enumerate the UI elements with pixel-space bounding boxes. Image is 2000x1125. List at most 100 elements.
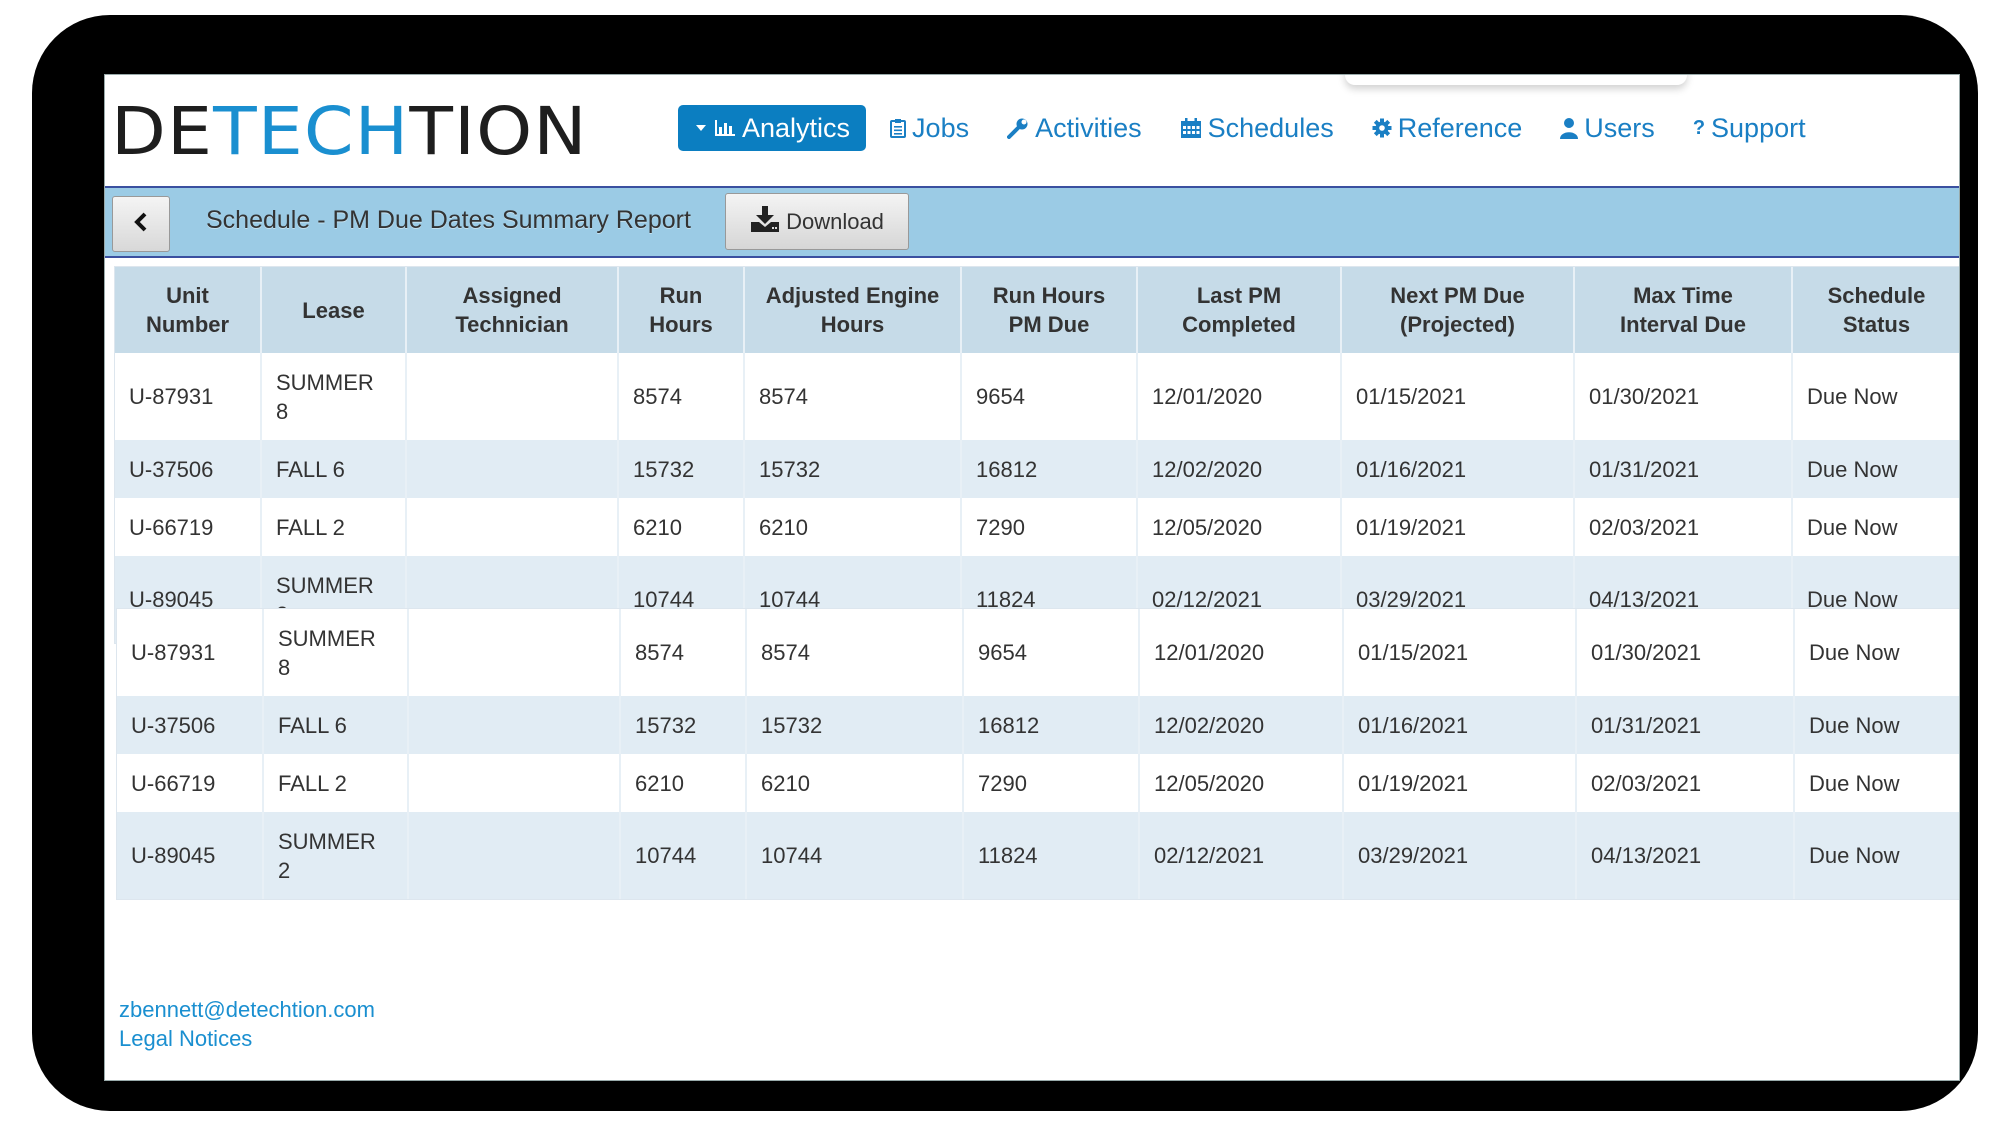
cell-next-pm-due: 01/19/2021	[1341, 498, 1575, 556]
user-icon	[1560, 117, 1579, 139]
cell-unit-number: U-66719	[117, 754, 264, 812]
column-header-last-pm-completed[interactable]: Last PM Completed	[1137, 267, 1342, 353]
app-screen: DETECHTION Analytics Jobs Activities Sch…	[104, 74, 1960, 1081]
cell-run-hours: 10744	[620, 812, 747, 899]
cell-schedule-status: Due Now	[1794, 812, 1959, 899]
cell-run-hours: 8574	[618, 353, 745, 440]
column-header-unit-number[interactable]: Unit Number	[115, 267, 262, 353]
report-title: Schedule - PM Due Dates Summary Report	[206, 206, 691, 234]
nav-label: Users	[1584, 112, 1655, 143]
nav-label: Analytics	[742, 112, 851, 143]
nav-item-analytics[interactable]: Analytics	[678, 105, 867, 151]
nav-label: Jobs	[912, 112, 970, 143]
table-header-row: Unit Number Lease Assigned Technician Run Hour…	[115, 267, 1959, 353]
column-header-max-time-interval-due[interactable]: Max Time Interval Due	[1574, 267, 1793, 353]
cell-last-pm-completed: 12/01/2020	[1139, 609, 1344, 696]
cell-unit-number: U-89045	[117, 812, 264, 899]
header-text-line: Technician	[455, 312, 569, 337]
header-text-line: Interval Due	[1620, 312, 1746, 337]
column-header-next-pm-due[interactable]: Next PM Due (Projected)	[1341, 267, 1575, 353]
lease-text-line: SUMMER	[276, 369, 374, 395]
lease-text-line: SUMMER	[278, 828, 376, 854]
download-icon	[750, 205, 786, 239]
table-row[interactable]: U-87931 SUMMER 8 8574 8574 9654 12/01/2020 01/1…	[117, 609, 1959, 696]
cell-assigned-technician	[408, 696, 621, 754]
cell-unit-number: U-87931	[115, 353, 262, 440]
table-row[interactable]: U-87931 SUMMER 8 8574 8574 9654 12/01/2020 01/1…	[115, 353, 1959, 440]
nav-item-users[interactable]: Users	[1560, 105, 1655, 151]
column-header-schedule-status[interactable]: Schedule Status	[1792, 267, 1959, 353]
table-row[interactable]: U-66719 FALL 2 6210 6210 7290 12/05/2020 01/19…	[115, 498, 1959, 556]
caret-down-icon	[696, 125, 706, 131]
nav-label: Schedules	[1207, 112, 1334, 143]
question-icon: ?	[1692, 116, 1706, 139]
cell-lease: FALL 2	[263, 754, 409, 812]
lease-text-line: 8	[276, 398, 289, 424]
nav-item-schedules[interactable]: Schedules	[1180, 105, 1334, 151]
bar-chart-icon	[714, 118, 736, 138]
cell-lease: FALL 2	[261, 498, 407, 556]
cell-assigned-technician	[406, 498, 619, 556]
nav-label: Activities	[1035, 112, 1142, 143]
header-text-line: Run	[659, 283, 703, 308]
nav-item-support[interactable]: ? Support	[1693, 105, 1806, 151]
cell-next-pm-due: 01/16/2021	[1341, 440, 1575, 498]
cell-next-pm-due: 01/19/2021	[1343, 754, 1577, 812]
cell-run-hours-pm-due: 7290	[963, 754, 1140, 812]
cell-max-time-interval-due: 01/30/2021	[1576, 609, 1795, 696]
column-header-run-hours[interactable]: Run Hours	[618, 267, 745, 353]
cell-unit-number: U-66719	[115, 498, 262, 556]
cell-max-time-interval-due: 02/03/2021	[1576, 754, 1795, 812]
header-text-line: Adjusted Engine	[765, 283, 940, 308]
column-header-assigned-technician[interactable]: Assigned Technician	[406, 267, 619, 353]
column-header-adjusted-engine-hours[interactable]: Adjusted Engine Hours	[744, 267, 962, 353]
cell-lease: SUMMER 8	[263, 609, 409, 696]
cell-last-pm-completed: 12/05/2020	[1139, 754, 1344, 812]
wrench-icon	[1007, 117, 1029, 139]
nav-item-activities[interactable]: Activities	[1007, 105, 1142, 151]
cell-run-hours: 15732	[618, 440, 745, 498]
cell-run-hours-pm-due: 16812	[961, 440, 1138, 498]
cell-lease: SUMMER 2	[263, 812, 409, 899]
cell-run-hours: 8574	[620, 609, 747, 696]
nav-item-jobs[interactable]: Jobs	[890, 105, 969, 151]
app-header: DETECHTION Analytics Jobs Activities Sch…	[105, 75, 1959, 186]
header-text-line: Run Hours	[992, 283, 1106, 308]
cell-run-hours-pm-due: 11824	[963, 812, 1140, 899]
cell-run-hours-pm-due: 9654	[961, 353, 1138, 440]
column-header-lease[interactable]: Lease	[261, 267, 407, 353]
cell-run-hours: 6210	[618, 498, 745, 556]
logo-text-de: DE	[111, 93, 214, 170]
brand-logo[interactable]: DETECHTION	[111, 97, 588, 167]
legal-notices-link[interactable]: Legal Notices	[119, 1024, 375, 1053]
table-row[interactable]: U-89045SUMMER210744107441182402/12/20210…	[117, 812, 1959, 899]
cell-max-time-interval-due: 01/31/2021	[1574, 440, 1793, 498]
cell-last-pm-completed: 12/02/2020	[1139, 696, 1344, 754]
device-frame: DETECHTION Analytics Jobs Activities Sch…	[32, 15, 1978, 1111]
cell-adjusted-engine-hours: 15732	[746, 696, 964, 754]
header-text-line: Lease	[302, 297, 365, 323]
user-email-link[interactable]: zbennett@detechtion.com	[119, 995, 375, 1024]
back-button[interactable]	[112, 196, 170, 252]
table-row[interactable]: U-37506 FALL 6 15732 15732 16812 12/02/2020 01…	[115, 440, 1959, 498]
pm-due-table: Unit Number Lease Assigned Technician Run Hour…	[114, 266, 1959, 644]
header-text-line: (Projected)	[1400, 312, 1515, 337]
chevron-left-icon	[133, 211, 149, 238]
cell-run-hours: 6210	[620, 754, 747, 812]
column-header-run-hours-pm-due[interactable]: Run Hours PM Due	[961, 267, 1138, 353]
table-row[interactable]: U-66719 FALL 2 6210 6210 7290 12/05/2020 01/19…	[117, 754, 1959, 812]
cell-run-hours-pm-due: 7290	[961, 498, 1138, 556]
cell-last-pm-completed: 12/02/2020	[1137, 440, 1342, 498]
cell-next-pm-due: 03/29/2021	[1343, 812, 1577, 899]
cell-max-time-interval-due: 01/31/2021	[1576, 696, 1795, 754]
lease-text-line: 2	[278, 857, 291, 883]
nav-item-reference[interactable]: Reference	[1372, 105, 1522, 151]
header-text-line: Assigned	[462, 283, 562, 308]
cell-adjusted-engine-hours: 6210	[746, 754, 964, 812]
cell-last-pm-completed: 12/01/2020	[1137, 353, 1342, 440]
table-row[interactable]: U-37506 FALL 6 15732 15732 16812 12/02/2020 01…	[117, 696, 1959, 754]
header-text-line: Unit	[166, 283, 209, 308]
download-button[interactable]: Download	[725, 193, 909, 250]
cell-next-pm-due: 01/15/2021	[1343, 609, 1577, 696]
cell-next-pm-due: 01/16/2021	[1343, 696, 1577, 754]
